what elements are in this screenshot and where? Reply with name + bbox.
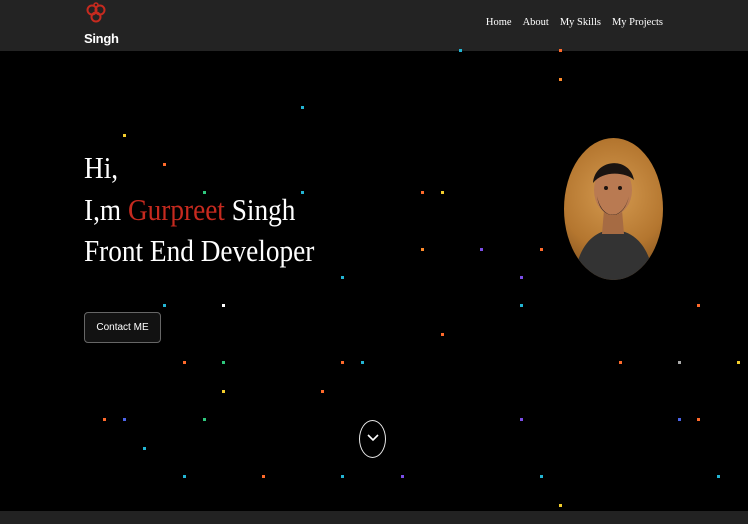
- top-navigation-bar: Singh Home About My Skills My Projects: [0, 0, 748, 51]
- background-particle: [559, 504, 562, 507]
- chevron-down-icon: [366, 430, 380, 448]
- background-particle: [163, 304, 166, 307]
- intro-prefix: I,m: [84, 192, 128, 227]
- background-particle: [301, 191, 304, 194]
- last-name: Singh: [224, 192, 296, 227]
- background-particle: [301, 106, 304, 109]
- nav-my-projects[interactable]: My Projects: [612, 17, 663, 28]
- main-navigation: Home About My Skills My Projects: [486, 17, 663, 28]
- background-particle: [222, 304, 225, 307]
- hero-name-line: I,m Gurpreet Singh: [84, 192, 295, 228]
- background-particle: [183, 361, 186, 364]
- background-particle: [421, 191, 424, 194]
- background-particle: [697, 418, 700, 421]
- background-particle: [540, 248, 543, 251]
- background-particle: [559, 78, 562, 81]
- background-particle: [341, 361, 344, 364]
- background-particle: [262, 475, 265, 478]
- nav-home[interactable]: Home: [486, 17, 512, 28]
- background-particle: [520, 276, 523, 279]
- logo-text[interactable]: Singh: [84, 31, 119, 46]
- contact-me-button[interactable]: Contact ME: [84, 312, 161, 343]
- nav-my-skills[interactable]: My Skills: [560, 17, 601, 28]
- background-particle: [183, 475, 186, 478]
- background-particle: [520, 418, 523, 421]
- background-particle: [619, 361, 622, 364]
- background-particle: [737, 361, 740, 364]
- background-particle: [678, 361, 681, 364]
- profile-photo: [564, 138, 663, 280]
- background-particle: [222, 361, 225, 364]
- background-particle: [163, 163, 166, 166]
- background-particle: [123, 418, 126, 421]
- background-particle: [103, 418, 106, 421]
- background-particle: [678, 418, 681, 421]
- background-particle: [520, 304, 523, 307]
- background-particle: [401, 475, 404, 478]
- background-particle: [717, 475, 720, 478]
- bottom-bar: [0, 511, 748, 524]
- background-particle: [203, 418, 206, 421]
- hero-role: Front End Developer: [84, 233, 315, 268]
- background-particle: [441, 191, 444, 194]
- background-particle: [559, 49, 562, 52]
- background-particle: [459, 49, 462, 52]
- background-particle: [441, 333, 444, 336]
- background-particle: [540, 475, 543, 478]
- background-particle: [222, 390, 225, 393]
- scroll-down-button[interactable]: [359, 420, 386, 458]
- background-particle: [341, 475, 344, 478]
- background-particle: [421, 248, 424, 251]
- background-particle: [480, 248, 483, 251]
- background-particle: [123, 134, 126, 137]
- hero-greeting: Hi,: [84, 150, 119, 185]
- first-name: Gurpreet: [127, 192, 225, 227]
- background-particle: [341, 276, 344, 279]
- background-particle: [321, 390, 324, 393]
- background-particle: [697, 304, 700, 307]
- background-particle: [361, 361, 364, 364]
- background-particle: [143, 447, 146, 450]
- nav-about[interactable]: About: [523, 17, 549, 28]
